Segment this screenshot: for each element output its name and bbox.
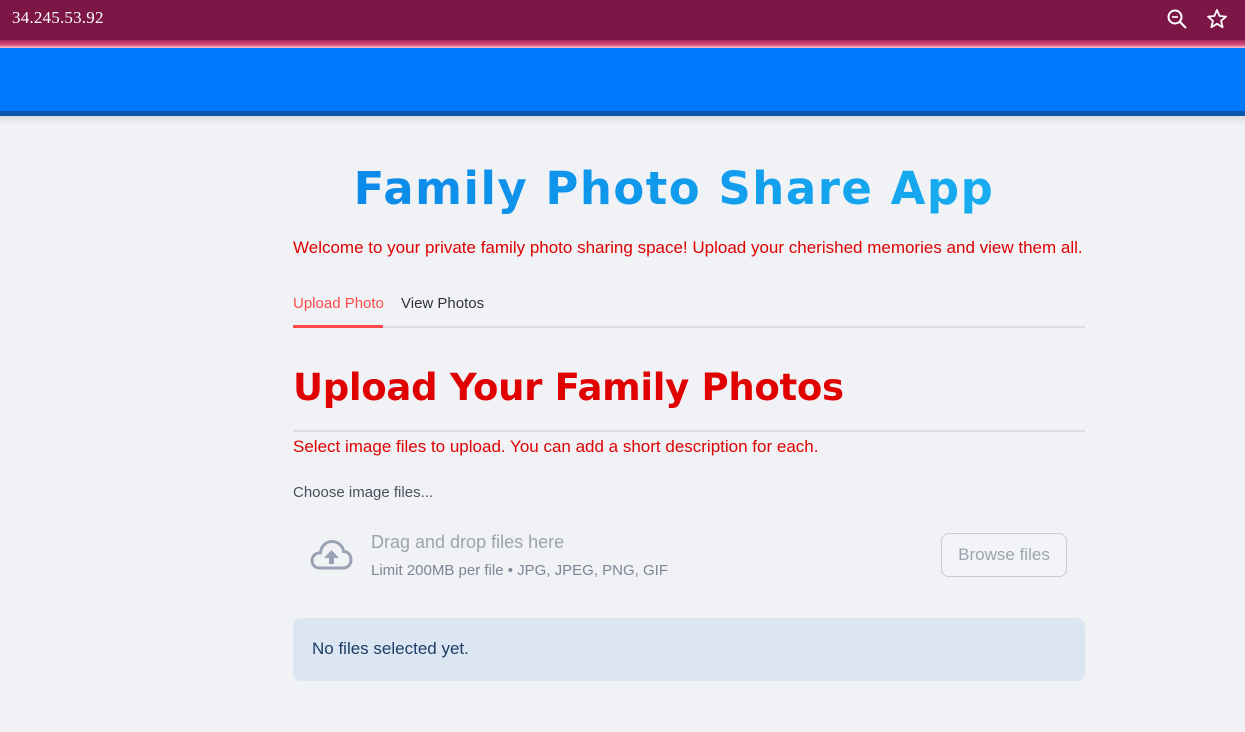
info-message: No files selected yet.: [312, 639, 469, 658]
browse-files-button[interactable]: Browse files: [941, 533, 1067, 577]
header-shadow: [0, 116, 1245, 126]
file-dropzone[interactable]: Drag and drop files here Limit 200MB per…: [293, 516, 1085, 596]
section-divider: [293, 430, 1085, 432]
app-title: Family Photo Share App: [293, 162, 1055, 215]
section-title: Upload Your Family Photos: [293, 366, 844, 409]
star-icon[interactable]: [1206, 8, 1228, 30]
tab-bar: Upload Photo View Photos: [293, 294, 1085, 328]
welcome-text: Welcome to your private family photo sha…: [293, 238, 1083, 257]
section-description: Select image files to upload. You can ad…: [293, 437, 819, 456]
active-tab-underline: [293, 325, 383, 328]
tab-view-photos[interactable]: View Photos: [401, 294, 484, 328]
cloud-upload-icon: [309, 538, 353, 572]
info-alert: No files selected yet.: [293, 618, 1085, 681]
browser-address-bar: 34.245.53.92: [0, 0, 1245, 40]
app-header: [0, 48, 1245, 116]
browser-bar-accent: [0, 40, 1245, 48]
zoom-icon[interactable]: [1166, 8, 1188, 30]
dropzone-limit: Limit 200MB per file • JPG, JPEG, PNG, G…: [371, 562, 668, 579]
tab-upload-photo[interactable]: Upload Photo: [293, 294, 384, 328]
url-text[interactable]: 34.245.53.92: [12, 8, 104, 28]
uploader-label: Choose image files...: [293, 484, 434, 501]
dropzone-title: Drag and drop files here: [371, 532, 565, 552]
